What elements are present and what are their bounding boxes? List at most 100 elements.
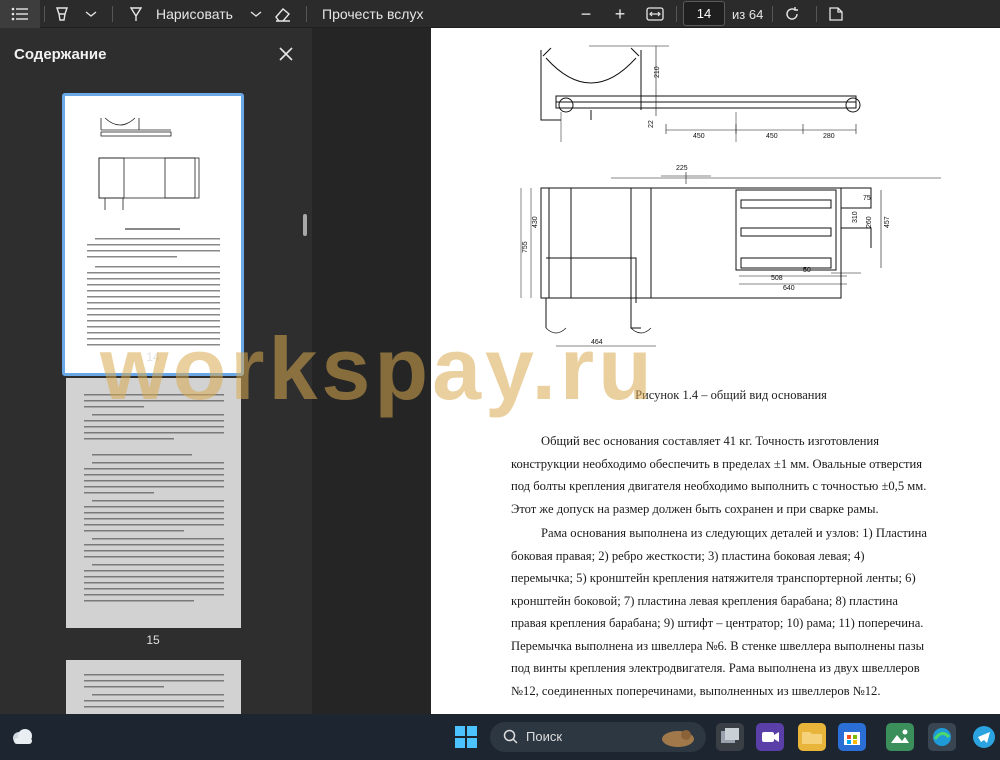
dimension-label: 225	[676, 165, 688, 172]
technical-drawing: 210 22 450 450 280 225 75 457 260 310 75…	[520, 45, 941, 347]
text-line: конструкции необходимо обеспечить в пред…	[511, 456, 923, 471]
page-thumbnail-14[interactable]	[62, 93, 244, 376]
page-view-icon	[829, 7, 843, 21]
contents-title: Содержание	[14, 46, 107, 63]
chevron-down-icon	[250, 11, 262, 17]
dimension-label: 50	[803, 267, 811, 274]
dimension-label: 450	[693, 133, 705, 140]
teams-app-icon[interactable]	[756, 723, 784, 751]
cloud-icon	[13, 729, 32, 744]
thumbnail-preview	[87, 117, 220, 346]
paragraph-frame-parts: Рама основания выполнена из следующих де…	[511, 522, 951, 702]
thumbnail-preview	[84, 674, 224, 708]
toolbar-divider	[676, 6, 677, 22]
text-line: правая крепления барабана; 9) штифт – це…	[511, 616, 924, 630]
eraser-icon	[275, 8, 290, 22]
dimension-label: 464	[591, 339, 603, 346]
photos-app-icon[interactable]	[886, 723, 914, 751]
dimension-label: 430	[532, 216, 539, 228]
read-aloud-button[interactable]: Прочесть вслух	[322, 0, 423, 28]
drawing-beam	[555, 95, 857, 103]
page-thumbnail-16[interactable]	[66, 660, 241, 720]
contents-panel: Содержание 14 15	[0, 28, 312, 720]
dimension-label: 310	[852, 211, 859, 223]
video-chat-icon	[762, 732, 779, 742]
page-view-button[interactable]	[828, 0, 848, 28]
dimension-label: 640	[783, 285, 795, 292]
close-icon	[279, 47, 293, 61]
toolbar-divider	[44, 6, 45, 22]
weather-widget[interactable]	[8, 723, 36, 751]
dimension-label: 260	[866, 216, 873, 228]
zoom-out-button[interactable]: −	[574, 0, 598, 28]
text-line: под болты крепления двигателя необходимо…	[511, 479, 927, 493]
text-line: под винты крепления электродвигателя. Ра…	[511, 661, 920, 675]
contents-toggle-button[interactable]	[0, 0, 40, 28]
close-panel-button[interactable]	[276, 44, 296, 64]
reader-toolbar: Нарисовать Прочесть вслух − + 14 из 64	[0, 0, 1000, 28]
photo-icon	[891, 729, 909, 743]
highlight-tool-button[interactable]	[54, 0, 102, 28]
dimension-label: 457	[884, 216, 891, 228]
start-button[interactable]	[452, 723, 480, 751]
search-highlight-icon	[662, 730, 694, 747]
text-line: Этот же допуск на размер должен быть сох…	[511, 501, 879, 516]
search-icon	[503, 729, 518, 744]
fit-width-icon	[646, 7, 664, 21]
draw-tool-button[interactable]: Нарисовать	[128, 0, 263, 28]
text-line: перемычка; 5) кронштейн крепления натяжи…	[511, 571, 916, 585]
paper-plane-icon	[973, 726, 995, 748]
pen-icon	[129, 7, 143, 21]
edge-icon	[933, 728, 951, 746]
document-viewport[interactable]: 210 22 450 450 280 225 75 457 260 310 75…	[312, 28, 1000, 714]
page-thumbnail-15[interactable]	[66, 378, 241, 628]
dimension-label: 22	[648, 120, 655, 128]
store-bag-icon	[844, 732, 860, 745]
page-number-input[interactable]: 14	[683, 1, 725, 26]
paragraph-weight-tolerance: Общий вес основания составляет 41 кг. То…	[511, 430, 951, 520]
toolbar-divider	[772, 6, 773, 22]
rotate-button[interactable]	[784, 0, 804, 28]
folder-icon	[802, 732, 822, 744]
rotate-icon	[786, 7, 798, 20]
toolbar-divider	[306, 6, 307, 22]
search-label: Поиск	[526, 729, 563, 744]
eraser-button[interactable]	[274, 0, 296, 28]
taskbar-search-box[interactable]: Поиск	[490, 722, 706, 752]
panel-scrollbar[interactable]	[303, 214, 307, 236]
chevron-down-icon	[85, 11, 97, 17]
list-icon	[11, 7, 28, 21]
telegram-app-icon[interactable]	[970, 723, 998, 751]
highlighter-icon	[56, 7, 68, 21]
store-app-icon[interactable]	[838, 723, 866, 751]
text-line: Общий вес основания составляет 41 кг. То…	[541, 434, 880, 448]
windows-taskbar: Поиск	[0, 714, 1000, 760]
toolbar-divider	[816, 6, 817, 22]
toolbar-divider	[112, 6, 113, 22]
page-total-label: из 64	[732, 6, 764, 22]
text-line: кронштейн боковой; 7) пластина левая кре…	[511, 593, 898, 608]
task-view-icon	[721, 728, 739, 743]
dimension-label: 508	[771, 275, 783, 282]
dimension-label: 75	[863, 195, 871, 202]
thumbnail-preview	[84, 394, 224, 602]
dimension-label: 450	[766, 133, 778, 140]
zoom-in-button[interactable]: +	[608, 0, 632, 28]
file-explorer-icon[interactable]	[798, 723, 826, 751]
document-page: 210 22 450 450 280 225 75 457 260 310 75…	[431, 28, 1000, 714]
dimension-label: 755	[522, 241, 529, 253]
text-line: Рама основания выполнена из следующих де…	[541, 526, 927, 540]
dimension-label: 210	[654, 66, 661, 78]
fit-page-button[interactable]	[646, 0, 668, 28]
thumbnail-page-number: 15	[146, 633, 160, 647]
windows-logo-icon	[455, 726, 477, 748]
thumbnail-page-number: 14	[146, 350, 160, 364]
figure-caption: Рисунок 1.4 – общий вид основания	[635, 388, 827, 402]
text-line: Перемычка выполнена из швеллера №6. В ст…	[511, 638, 925, 653]
text-line: боковая правая; 2) ребро жесткости; 3) п…	[511, 548, 865, 563]
draw-label: Нарисовать	[156, 6, 233, 22]
task-view-button[interactable]	[716, 723, 744, 751]
edge-browser-icon[interactable]	[928, 723, 956, 751]
text-line: №12, соединенных поперечинами, выполненн…	[511, 683, 881, 698]
drawing-cradle	[545, 57, 637, 84]
